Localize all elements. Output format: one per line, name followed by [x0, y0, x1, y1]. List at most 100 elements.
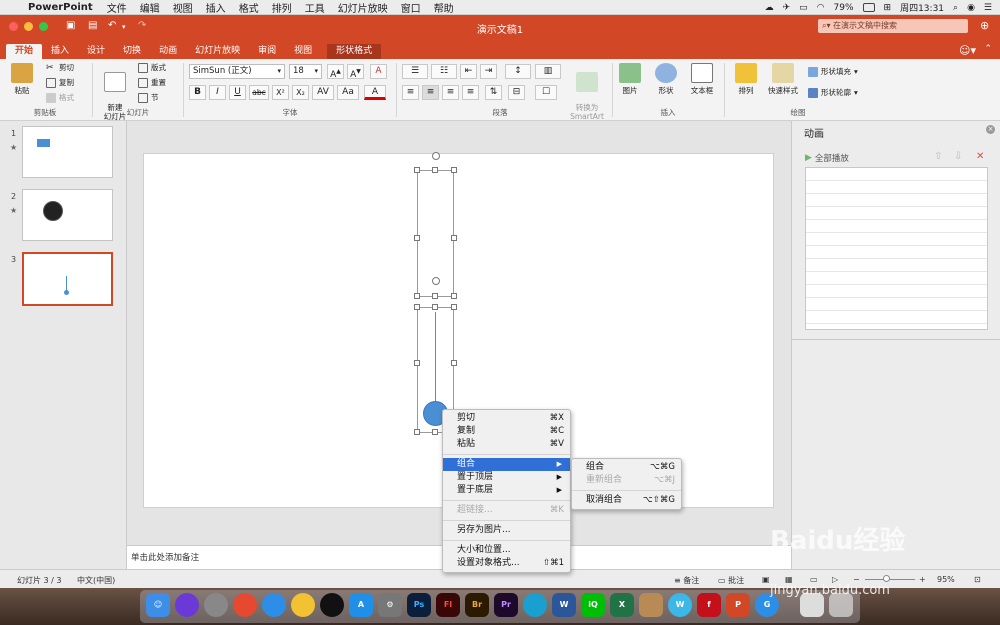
menu-edit[interactable]: 编辑	[140, 0, 160, 15]
word-icon[interactable]: W	[552, 593, 576, 617]
input-method-icon[interactable]: ⊞	[884, 3, 892, 13]
tab-insert[interactable]: 插入	[42, 44, 78, 59]
photos-icon[interactable]	[291, 593, 315, 617]
photoshop-icon[interactable]: Ps	[407, 593, 431, 617]
shrink-font-button[interactable]: A▼	[347, 64, 364, 80]
decrease-indent-icon[interactable]: ⇤	[460, 64, 477, 79]
menu-tools[interactable]: 工具	[305, 0, 325, 15]
menu-item-cut[interactable]: 剪切 ⌘X	[443, 412, 570, 425]
comments-toggle[interactable]: ▭ 批注	[718, 575, 744, 586]
share-icon[interactable]: ⊕	[980, 19, 989, 32]
text-box-options-icon[interactable]: ☐	[535, 85, 557, 100]
notes-toggle[interactable]: ≡ 备注	[674, 575, 699, 586]
move-up-icon[interactable]: ⇧	[934, 151, 942, 162]
bullets-icon[interactable]: ☰	[402, 64, 428, 79]
app-store-icon[interactable]: A	[349, 593, 373, 617]
shape-fill-button[interactable]: 形状填充 ▾	[808, 66, 858, 77]
resize-handle[interactable]	[451, 304, 457, 310]
menu-view[interactable]: 视图	[173, 0, 193, 15]
menu-item-group[interactable]: 组合 ▶	[443, 458, 570, 471]
excel-icon[interactable]: X	[610, 593, 634, 617]
resize-handle[interactable]	[451, 360, 457, 366]
finder-icon[interactable]: ☺	[146, 593, 170, 617]
underline-button[interactable]: U	[229, 85, 246, 100]
format-painter-button[interactable]: 格式	[46, 92, 74, 103]
normal-view-icon[interactable]: ▣	[762, 575, 770, 584]
powerpoint-icon[interactable]: P	[726, 593, 750, 617]
tab-transitions[interactable]: 切换	[114, 44, 150, 59]
resize-handle[interactable]	[451, 167, 457, 173]
menubar-app-name[interactable]: PowerPoint	[28, 2, 93, 13]
numbering-icon[interactable]: ☷	[431, 64, 457, 79]
reset-button[interactable]: 重置	[138, 77, 166, 88]
align-left-icon[interactable]: ≡	[402, 85, 419, 100]
menu-slideshow[interactable]: 幻灯片放映	[338, 0, 388, 15]
shape-outline-button[interactable]: 形状轮廓 ▾	[808, 87, 858, 98]
resize-handle[interactable]	[432, 167, 438, 173]
pendulum-line-shape[interactable]	[435, 312, 436, 414]
fit-slide-icon[interactable]: ⊡	[974, 575, 981, 584]
resize-handle[interactable]	[414, 293, 420, 299]
menu-arrange[interactable]: 排列	[272, 0, 292, 15]
zoom-level[interactable]: 95%	[937, 575, 955, 584]
align-center-icon[interactable]: ≡	[422, 85, 439, 100]
cut-button[interactable]: ✂ 剪切	[46, 62, 74, 73]
wifi-icon[interactable]: ◠	[817, 3, 825, 13]
rotate-handle[interactable]	[432, 152, 440, 160]
menu-format[interactable]: 格式	[239, 0, 259, 15]
menu-item-size-position[interactable]: 大小和位置...	[443, 544, 570, 557]
launchpad-icon[interactable]	[204, 593, 228, 617]
insert-shapes-button[interactable]: 形状	[652, 63, 680, 96]
align-text-icon[interactable]: ⊟	[508, 85, 525, 100]
zoom-slider-thumb[interactable]	[883, 575, 890, 582]
insert-picture-button[interactable]: 图片	[617, 63, 643, 96]
tab-slideshow[interactable]: 幻灯片放映	[186, 44, 249, 59]
flash-icon[interactable]: ✈	[783, 3, 791, 13]
menu-item-copy[interactable]: 复制 ⌘C	[443, 425, 570, 438]
copy-button[interactable]: 复制	[46, 77, 74, 88]
battery-percent[interactable]: 79%	[834, 3, 854, 13]
layout-button[interactable]: 版式	[138, 62, 166, 73]
tab-view[interactable]: 视图	[285, 44, 321, 59]
tab-shape-format[interactable]: 形状格式	[327, 44, 382, 59]
collapse-ribbon-icon[interactable]: ⌃	[984, 44, 992, 54]
iqiyi-icon[interactable]: iQ	[581, 593, 605, 617]
resize-handle[interactable]	[414, 235, 420, 241]
bridge-icon[interactable]: Br	[465, 593, 489, 617]
airplay-icon[interactable]: ▭	[799, 3, 808, 13]
menu-window[interactable]: 窗口	[401, 0, 421, 15]
delete-animation-icon[interactable]: ✕	[976, 151, 984, 162]
resize-handle[interactable]	[451, 235, 457, 241]
submenu-item-regroup[interactable]: 重新组合 ⌥⌘J	[572, 474, 681, 487]
spotlight-icon[interactable]: ⌕	[953, 3, 958, 13]
quicktime-icon[interactable]	[523, 593, 547, 617]
menu-insert[interactable]: 插入	[206, 0, 226, 15]
wps-icon[interactable]: W	[668, 593, 692, 617]
resize-handle[interactable]	[432, 304, 438, 310]
resize-handle[interactable]	[414, 304, 420, 310]
columns-icon[interactable]: ▥	[535, 64, 561, 79]
menu-item-send-to-back[interactable]: 置于底层 ▶	[443, 484, 570, 497]
resize-handle[interactable]	[432, 429, 438, 435]
resize-handle[interactable]	[451, 293, 457, 299]
paste-button[interactable]: 粘贴	[8, 63, 36, 96]
menu-item-paste[interactable]: 粘贴 ⌘V	[443, 438, 570, 451]
menu-help[interactable]: 帮助	[434, 0, 454, 15]
tab-design[interactable]: 设计	[78, 44, 114, 59]
safari-icon[interactable]	[262, 593, 286, 617]
slide-thumbnail-1[interactable]	[22, 126, 113, 178]
insert-textbox-button[interactable]: 文本框	[688, 63, 716, 96]
chrome-icon[interactable]	[233, 593, 257, 617]
menu-item-save-as-picture[interactable]: 另存为图片...	[443, 524, 570, 537]
strikethrough-button[interactable]: abc	[249, 85, 269, 100]
text-direction-icon[interactable]: ⇅	[485, 85, 502, 100]
move-down-icon[interactable]: ⇩	[954, 151, 962, 162]
close-icon[interactable]: ×	[986, 125, 995, 134]
play-all-button[interactable]: ▶ 全部播放	[805, 152, 849, 164]
resize-handle[interactable]	[414, 167, 420, 173]
menu-item-format-object[interactable]: 设置对象格式... ⇧⌘1	[443, 557, 570, 570]
menu-item-bring-to-front[interactable]: 置于顶层 ▶	[443, 471, 570, 484]
system-preferences-icon[interactable]: ⚙	[378, 593, 402, 617]
resize-handle[interactable]	[414, 429, 420, 435]
archive-utility-icon[interactable]	[639, 593, 663, 617]
